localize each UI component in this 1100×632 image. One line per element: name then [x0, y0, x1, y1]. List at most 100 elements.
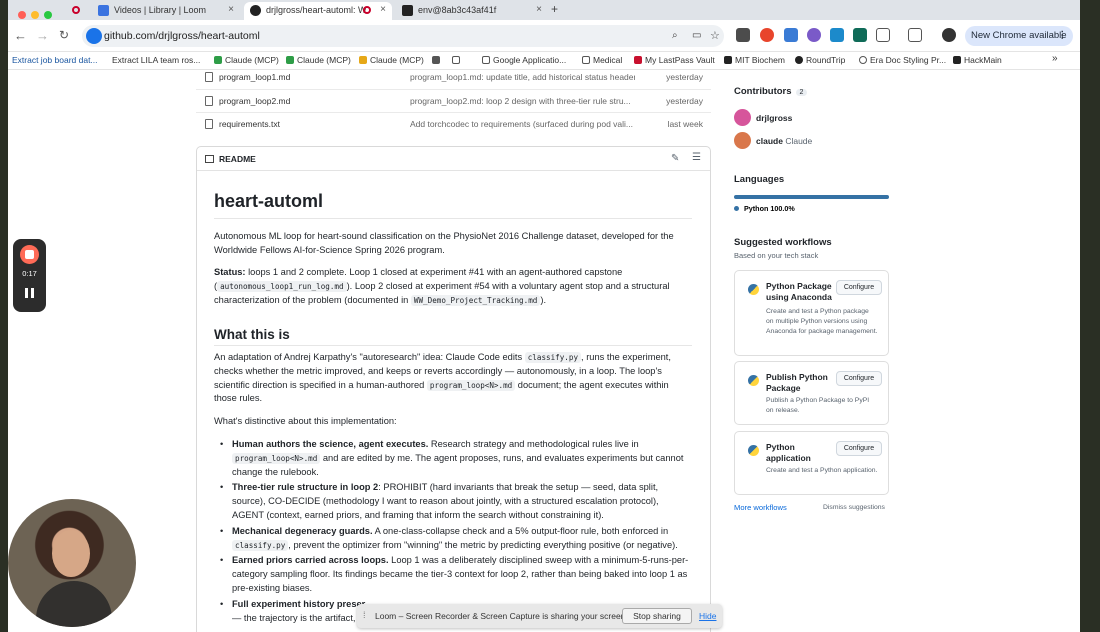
readme-header: README ✎ ☰ — [197, 147, 710, 171]
new-tab-button[interactable]: + — [551, 2, 558, 16]
bullet-bold: Three-tier rule structure in loop 2 — [232, 482, 379, 493]
inline-code: program_loop<N>.md — [426, 379, 516, 391]
readme-tab[interactable]: README — [219, 154, 256, 164]
dismiss-suggestions-link[interactable]: Dismiss suggestions — [823, 504, 885, 511]
commit-date: last week — [667, 119, 703, 129]
contributor-display-name: Claude — [785, 136, 813, 146]
bookmark-item[interactable]: RoundTrip — [795, 55, 845, 65]
stop-recording-button[interactable] — [20, 245, 39, 264]
webcam-bubble[interactable] — [8, 499, 136, 627]
edit-pencil-icon[interactable]: ✎ — [671, 153, 679, 164]
bullet-text: — the trajectory is the artifact, — [232, 612, 356, 623]
bookmark-item[interactable]: Claude (MCP) — [359, 55, 424, 65]
address-bar[interactable]: github.com/drjlgross/heart-automl ⌕ ▭ ☆ — [82, 25, 724, 47]
extensions-puzzle-icon[interactable] — [876, 28, 890, 42]
bookmark-icon — [432, 56, 440, 64]
bookmark-item[interactable]: Era Doc Styling Pr... — [859, 55, 946, 65]
recording-icon — [72, 6, 80, 14]
tab-loom[interactable]: Videos | Library | Loom × — [92, 2, 240, 20]
new-chrome-available-button[interactable]: New Chrome available ⋮ — [965, 26, 1073, 46]
more-bookmarks-icon[interactable]: » — [1052, 53, 1058, 64]
forward-icon[interactable]: → — [36, 28, 49, 43]
file-row[interactable]: program_loop1.md program_loop1.md: updat… — [196, 66, 711, 88]
minimize-window-button[interactable] — [31, 11, 39, 19]
contributor-login[interactable]: drjlgross — [756, 113, 792, 123]
bullet-text: Research strategy and methodological rul… — [428, 439, 639, 449]
github-page: program_loop1.md program_loop1.md: updat… — [8, 70, 1080, 632]
language-item[interactable]: Python 100.0% — [734, 204, 795, 213]
bookmark-item[interactable]: Extract LILA team ros... — [112, 55, 200, 65]
extension-icon[interactable] — [760, 28, 774, 42]
search-icon[interactable]: ⌕ — [672, 25, 678, 47]
file-row[interactable]: program_loop2.md program_loop2.md: loop … — [196, 89, 711, 111]
tab-env[interactable]: env@8ab3c43af41f × — [396, 2, 548, 20]
configure-button[interactable]: Configure — [836, 371, 882, 386]
tab-close-icon[interactable]: × — [380, 2, 386, 18]
bookmark-item[interactable]: HackMain — [953, 55, 1002, 65]
url-text: github.com/drjlgross/heart-automl — [104, 30, 260, 42]
bookmark-folder[interactable]: Medical — [582, 55, 622, 65]
list-item: Human authors the science, agent execute… — [214, 438, 692, 479]
person-face — [52, 530, 90, 577]
back-icon[interactable]: ← — [14, 28, 27, 43]
bookmark-item[interactable]: Claude (MCP) — [286, 55, 351, 65]
outline-list-icon[interactable]: ☰ — [692, 152, 701, 163]
commit-message[interactable]: program_loop1.md: update title, add hist… — [410, 72, 635, 82]
new-chrome-label: New Chrome available — [971, 30, 1067, 41]
inline-code: autonomous_loop1_run_log.md — [217, 280, 347, 292]
tab-bar: Videos | Library | Loom × drjlgross/hear… — [8, 0, 1080, 20]
configure-button[interactable]: Configure — [836, 441, 882, 456]
workflow-card: Python application Create and test a Pyt… — [734, 431, 889, 495]
inline-code: program_loop<N>.md — [232, 452, 321, 464]
workflow-name: Python application — [766, 442, 811, 463]
configure-button[interactable]: Configure — [836, 280, 882, 295]
file-name[interactable]: requirements.txt — [219, 119, 280, 129]
extension-icon[interactable] — [830, 28, 844, 42]
bookmark-item[interactable]: MIT Biochem — [724, 55, 785, 65]
drag-handle-icon[interactable]: ⁞ — [363, 610, 366, 620]
extension-icon[interactable] — [736, 28, 750, 42]
bookmark-item[interactable] — [432, 55, 443, 65]
apps-grid-icon[interactable] — [452, 55, 463, 65]
file-name[interactable]: program_loop1.md — [219, 72, 290, 82]
reload-icon[interactable]: ↻ — [59, 28, 69, 42]
close-window-button[interactable] — [18, 11, 26, 19]
menu-dots-icon[interactable]: ⋮ — [1058, 26, 1068, 46]
zoom-window-button[interactable] — [44, 11, 52, 19]
bookmark-item[interactable]: My LastPass Vault — [634, 55, 715, 65]
bookmark-item[interactable]: Claude (MCP) — [214, 55, 279, 65]
language-label: Python 100.0% — [744, 204, 795, 213]
bookmark-item[interactable]: Extract job board dat... — [12, 55, 98, 65]
file-icon — [205, 96, 213, 106]
cast-icon[interactable]: ▭ — [692, 25, 701, 47]
hide-link[interactable]: Hide — [699, 611, 716, 621]
tab-close-icon[interactable]: × — [228, 2, 234, 18]
tab-search-icon[interactable] — [908, 28, 922, 42]
commit-message[interactable]: program_loop2.md: loop 2 design with thr… — [410, 96, 635, 106]
bookmark-folder[interactable]: Google Applicatio... — [482, 55, 566, 65]
extension-icon[interactable] — [853, 28, 867, 42]
folder-icon — [582, 56, 590, 64]
contributor-login[interactable]: claude Claude — [756, 136, 812, 146]
stop-sharing-button[interactable]: Stop sharing — [622, 608, 692, 624]
location-pin-icon — [795, 56, 803, 64]
section-heading: What this is — [214, 327, 290, 342]
file-name[interactable]: program_loop2.md — [219, 96, 290, 106]
recording-icon — [363, 6, 371, 14]
file-row[interactable]: requirements.txt Add torchcodec to requi… — [196, 112, 711, 134]
site-info-icon[interactable] — [86, 28, 102, 44]
commit-date: yesterday — [666, 72, 703, 82]
avatar[interactable] — [734, 109, 751, 126]
extension-icon[interactable] — [784, 28, 798, 42]
commit-message[interactable]: Add torchcodec to requirements (surfaced… — [410, 119, 635, 129]
bookmark-star-icon[interactable]: ☆ — [710, 25, 720, 47]
pause-icon[interactable] — [25, 288, 34, 298]
more-workflows-link[interactable]: More workflows — [734, 503, 787, 512]
python-icon — [748, 375, 759, 386]
profile-avatar[interactable] — [942, 28, 956, 42]
contributors-heading[interactable]: Contributors 2 — [734, 86, 808, 97]
avatar[interactable] — [734, 132, 751, 149]
extension-icon[interactable] — [807, 28, 821, 42]
readme-status: Status: loops 1 and 2 complete. Loop 1 c… — [214, 266, 692, 307]
tab-close-icon[interactable]: × — [536, 2, 542, 18]
